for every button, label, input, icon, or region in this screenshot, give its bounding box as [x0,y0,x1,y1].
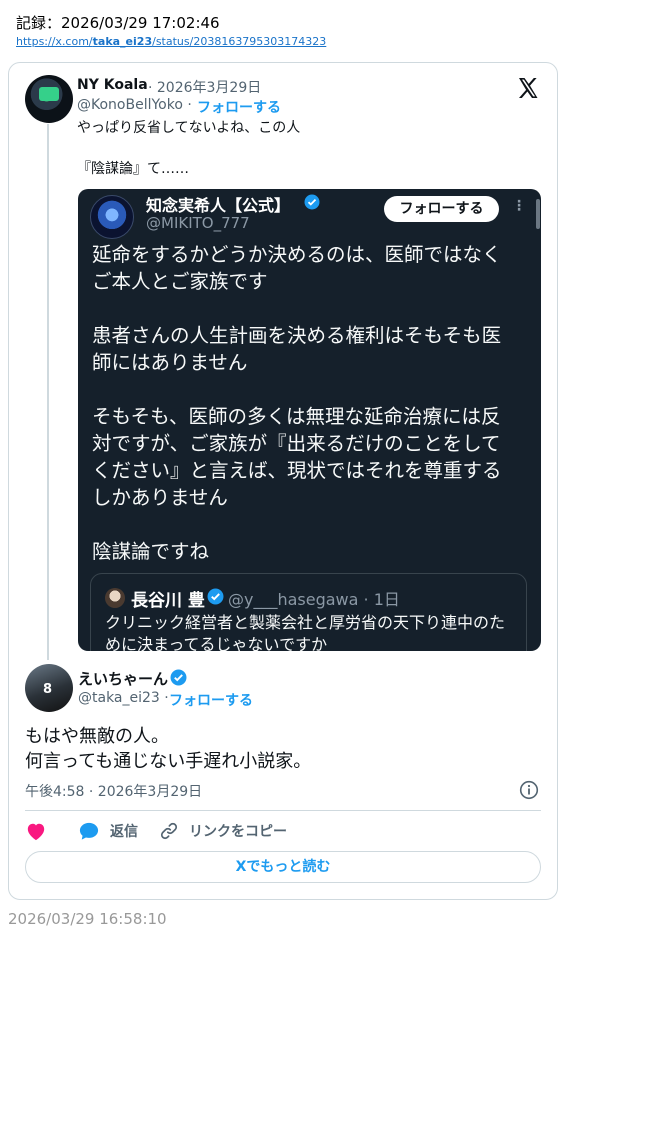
reply-label: 返信 [110,824,138,840]
parent-handle[interactable]: @KonoBellYoko · [77,97,192,113]
parent-follow-button[interactable]: フォローする [197,97,281,117]
author-name[interactable]: えいちゃーん [78,668,168,689]
author-avatar[interactable] [25,664,73,712]
like-button[interactable] [25,820,57,842]
embedded-paragraph: 延命をするかどうか決めるのは、医師ではなく ご本人とご家族です [92,243,502,293]
embedded-handle: @MIKITO_777 [146,214,250,232]
divider [25,810,541,811]
embedded-follow-button: フォローする [384,196,499,222]
parent-avatar[interactable] [25,75,73,123]
verified-badge-icon [207,588,224,605]
heart-icon [27,823,45,841]
verified-badge-icon [304,194,320,210]
embedded-avatar [90,195,134,239]
follow-button[interactable]: フォローする [169,690,253,710]
record-label: 記録：2026/03/29 17:02:46 [16,14,220,32]
quoted-author-name: 長谷川 豊 [131,591,205,611]
quoted-tweet: 長谷川 豊 @y___hasegawa · 1日 クリニック経営者と製薬会社と厚… [90,573,527,651]
url-user: taka_ei23 [92,35,153,48]
info-icon[interactable] [519,780,539,800]
author-handle[interactable]: @taka_ei23 · [78,690,169,706]
copy-link-button[interactable]: リンクをコピー [159,820,287,842]
embedded-paragraph: 陰謀論ですね [92,540,210,563]
url-prefix: https://x.com/ [16,35,93,48]
quoted-handle: @y___hasegawa · 1日 [228,590,400,609]
more-options-icon: ⋮ [512,198,526,214]
parent-text-line1: やっぱり反省してないよね、この人 [77,120,301,136]
embedded-paragraph: そもそも、医師の多くは無理な延命治療には反 対ですが、ご家族が『出来るだけのこと… [92,405,502,509]
thread-connector [47,124,49,660]
read-more-button[interactable]: Xでもっと読む [25,851,541,883]
url-suffix: /status/2038163795303174323 [152,35,327,48]
scrollbar [536,199,540,229]
parent-author-name[interactable]: NY Koala [77,77,148,93]
footer-timestamp: 2026/03/29 16:58:10 [8,910,167,928]
quoted-avatar [105,588,125,608]
verified-badge-icon [170,669,187,686]
link-icon [160,822,178,840]
tweet-text: もはや無敵の人。 何言っても通じない手遅れ小説家。 [25,726,312,772]
embedded-tweet-image: 知念実希人【公式】 @MIKITO_777 フォローする ⋮ 延命をするかどうか… [78,189,541,651]
speech-bubble-icon [79,822,99,840]
quoted-text: クリニック経営者と製薬会社と厚労省の天下り連中のために決まってるじゃないですか [105,613,506,651]
copy-link-label: リンクをコピー [189,824,287,840]
embedded-paragraph: 患者さんの人生計画を決める権利はそもそも医 師にはありません [92,324,502,374]
parent-text-line2: 『陰謀論』て…… [77,161,189,177]
x-logo-icon[interactable] [516,76,540,100]
parent-date[interactable]: · 2026年3月29日 [148,77,261,97]
embedded-author-name: 知念実希人【公式】 [146,196,291,215]
reply-button[interactable]: 返信 [78,820,138,842]
tweet-timestamp[interactable]: 午後4:58 · 2026年3月29日 [25,781,202,801]
embedded-text: 延命をするかどうか決めるのは、医師ではなく ご本人とご家族です 患者さんの人生計… [92,241,532,592]
status-url-link[interactable]: https://x.com/taka_ei23/status/203816379… [16,35,326,48]
